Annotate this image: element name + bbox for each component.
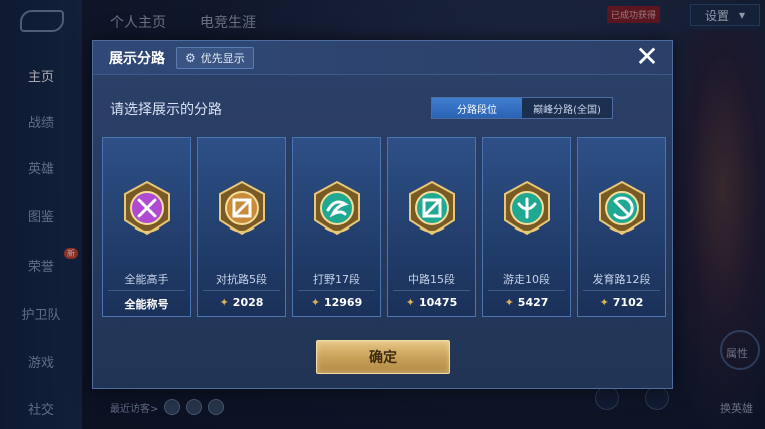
dialog-title: 展示分路 xyxy=(109,51,165,67)
dialog-subtitle: 请选择展示的分路 xyxy=(110,102,222,118)
lane-name: 对抗路5段 xyxy=(216,273,267,286)
lane-rank-badge-icon xyxy=(504,180,550,236)
lane-score: ✦ 2028 xyxy=(198,296,285,309)
lane-score: ✦ 10475 xyxy=(388,296,475,309)
lane-card[interactable]: 对抗路5段 ✦ 2028 xyxy=(197,137,286,317)
confirm-button[interactable]: 确定 xyxy=(316,340,450,374)
lane-name: 中路15段 xyxy=(408,273,455,286)
view-toggle: 分路段位 巅峰分路(全国) xyxy=(431,97,613,119)
lane-rank-badge-icon xyxy=(599,180,645,236)
lane-score-value: 全能称号 xyxy=(124,298,169,311)
lane-card[interactable]: 打野17段 ✦ 12969 xyxy=(292,137,381,317)
lane-score-value: 7102 xyxy=(612,296,644,309)
lane-rank-badge-icon xyxy=(219,180,265,236)
lane-score: 全能称号 xyxy=(103,296,190,312)
card-divider xyxy=(203,290,280,291)
lane-name: 打野17段 xyxy=(313,273,360,286)
points-icon: ✦ xyxy=(219,296,229,309)
lane-card-list: 全能高手 全能称号 对抗路5段 ✦ 2028 打野17段 ✦ 12969 中路15段 ✦ 10475… xyxy=(102,137,666,317)
points-icon: ✦ xyxy=(405,296,415,309)
toggle-peak-lane[interactable]: 巅峰分路(全国) xyxy=(522,98,612,118)
lane-score: ✦ 7102 xyxy=(578,296,665,309)
lane-score-value: 5427 xyxy=(517,296,549,309)
lane-name: 游走10段 xyxy=(503,273,550,286)
lane-score-value: 10475 xyxy=(418,296,458,309)
close-button[interactable]: ✕ xyxy=(633,43,661,72)
toggle-lane-rank[interactable]: 分路段位 xyxy=(432,98,522,118)
points-icon: ✦ xyxy=(599,296,609,309)
lane-card[interactable]: 游走10段 ✦ 5427 xyxy=(482,137,571,317)
lane-card[interactable]: 中路15段 ✦ 10475 xyxy=(387,137,476,317)
card-divider xyxy=(583,290,660,291)
lane-score: ✦ 12969 xyxy=(293,296,380,309)
lane-score-value: 2028 xyxy=(232,296,264,309)
lane-name: 全能高手 xyxy=(124,273,169,286)
card-divider xyxy=(393,290,470,291)
points-icon: ✦ xyxy=(310,296,320,309)
gear-icon: ⚙ xyxy=(185,51,196,65)
lane-score: ✦ 5427 xyxy=(483,296,570,309)
card-divider xyxy=(298,290,375,291)
lane-rank-badge-icon xyxy=(314,180,360,236)
card-divider xyxy=(488,290,565,291)
lane-display-dialog: 展示分路 ⚙ 优先显示 ✕ 请选择展示的分路 分路段位 巅峰分路(全国) 全能高… xyxy=(92,40,673,389)
points-icon: ✦ xyxy=(504,296,514,309)
lane-card[interactable]: 全能高手 全能称号 xyxy=(102,137,191,317)
lane-card[interactable]: 发育路12段 ✦ 7102 xyxy=(577,137,666,317)
lane-name: 发育路12段 xyxy=(592,273,651,286)
priority-display-label: 优先显示 xyxy=(200,52,245,65)
priority-display-button[interactable]: ⚙ 优先显示 xyxy=(176,47,254,69)
card-divider xyxy=(108,290,185,291)
lane-rank-badge-icon xyxy=(409,180,455,236)
lane-score-value: 12969 xyxy=(323,296,363,309)
lane-rank-badge-icon xyxy=(124,180,170,236)
